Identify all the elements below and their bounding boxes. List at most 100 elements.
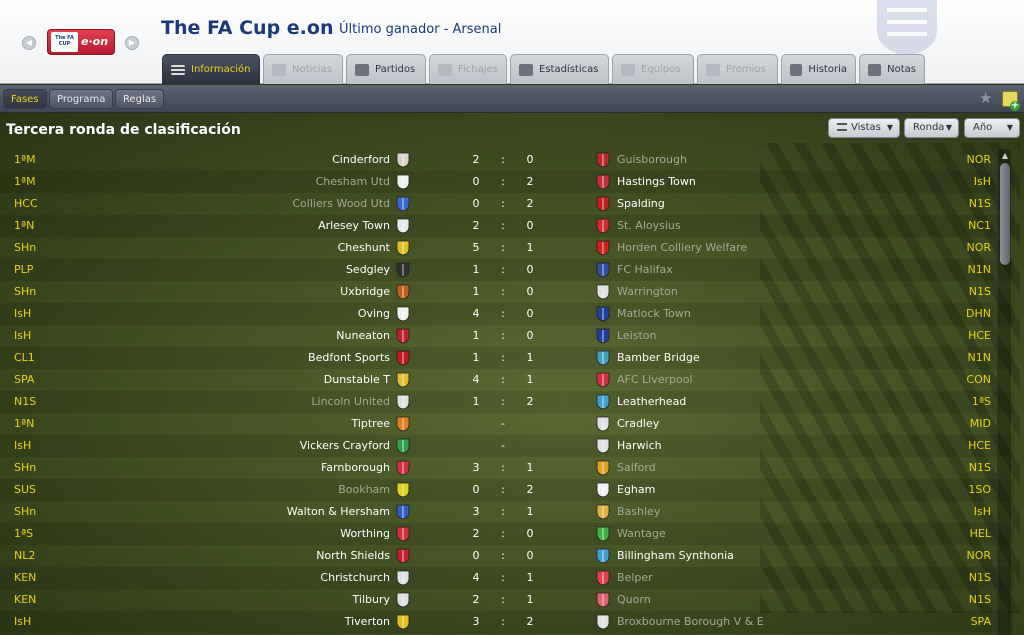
away-team-name[interactable]: FC Halifax — [617, 263, 673, 276]
fixture-row[interactable]: 1ªS Worthing 2: 0 Wantage HEL — [0, 523, 1014, 545]
ronda-dropdown[interactable]: Ronda ▼ — [904, 118, 959, 138]
tab-historia[interactable]: Historia — [781, 54, 856, 84]
fixture-row[interactable]: NL2 North Shields 0: 0 Billingham Synthonia N… — [0, 545, 1014, 567]
home-team-name[interactable]: Tiptree — [351, 417, 390, 430]
fixture-row[interactable]: 1ªN Tiptree - Cradley MID — [0, 413, 1014, 435]
away-team-name[interactable]: Egham — [617, 483, 655, 496]
subnav-programa-button[interactable]: Programa — [49, 89, 114, 109]
away-team-name[interactable]: Bashley — [617, 505, 660, 518]
fixture-row[interactable]: IsH Vickers Crayford - Harwich HCE — [0, 435, 1014, 457]
fixture-row[interactable]: IsH Nuneaton 1: 0 Leiston HCE — [0, 325, 1014, 347]
fixture-row[interactable]: SPA Dunstable T 4: 1 AFC Liverpool CON — [0, 369, 1014, 391]
away-team-name[interactable]: Billingham Synthonia — [617, 549, 734, 562]
tab-notas[interactable]: Notas — [859, 54, 925, 84]
home-team-name[interactable]: Uxbridge — [340, 285, 390, 298]
away-team-name[interactable]: Leatherhead — [617, 395, 686, 408]
forward-arrow-icon[interactable]: ▶ — [125, 36, 139, 50]
home-team-name[interactable]: Tiverton — [345, 615, 390, 628]
home-team-name[interactable]: Vickers Crayford — [300, 439, 390, 452]
tab-noticias[interactable]: Noticias — [263, 54, 343, 84]
home-team-badge-icon — [396, 614, 410, 630]
fixture-row[interactable]: KEN Tilbury 2: 1 Quorn N1S — [0, 589, 1014, 611]
tab-fichajes[interactable]: Fichajes — [429, 54, 507, 84]
tab-partidos[interactable]: Partidos — [346, 54, 426, 84]
fixture-row[interactable]: 1ªM Chesham Utd 0: 2 Hastings Town IsH — [0, 171, 1014, 193]
home-team-name[interactable]: Bedfont Sports — [308, 351, 390, 364]
away-league-code: HCE — [968, 329, 991, 342]
scroll-up-icon[interactable]: ▲ — [998, 149, 1012, 163]
away-team-name[interactable]: AFC Liverpool — [617, 373, 693, 386]
home-team-name[interactable]: North Shields — [316, 549, 390, 562]
home-team-name[interactable]: Lincoln United — [311, 395, 390, 408]
home-team-name[interactable]: Oving — [358, 307, 390, 320]
fixture-row[interactable]: N1S Lincoln United 1: 2 Leatherhead 1ªS — [0, 391, 1014, 413]
fixture-row[interactable]: IsH Oving 4: 0 Matlock Town DHN — [0, 303, 1014, 325]
away-score: 2 — [526, 395, 534, 408]
tab-informacion[interactable]: Información — [162, 54, 260, 84]
tab-label: Partidos — [375, 64, 416, 75]
away-team-name[interactable]: St. Aloysius — [617, 219, 681, 232]
away-team-name[interactable]: Guisborough — [617, 153, 687, 166]
fixture-row[interactable]: HCC Colliers Wood Utd 0: 2 Spalding N1S — [0, 193, 1014, 215]
away-team-name[interactable]: Harwich — [617, 439, 662, 452]
away-team-badge-icon — [596, 372, 610, 388]
home-team-name[interactable]: Nuneaton — [336, 329, 390, 342]
away-team-name[interactable]: Salford — [617, 461, 656, 474]
vistas-dropdown[interactable]: Vistas ▼ — [828, 118, 900, 138]
away-team-badge-icon — [596, 548, 610, 564]
home-team-name[interactable]: Tilbury — [353, 593, 390, 606]
vertical-scrollbar[interactable]: ▲ — [997, 149, 1011, 635]
tab-premios[interactable]: Premios — [697, 54, 778, 84]
home-team-name[interactable]: Walton & Hersham — [287, 505, 390, 518]
home-team-name[interactable]: Bookham — [338, 483, 390, 496]
away-team-name[interactable]: Leiston — [617, 329, 657, 342]
fixture-row[interactable]: 1ªN Arlesey Town 2: 0 St. Aloysius NC1 — [0, 215, 1014, 237]
home-team-name[interactable]: Colliers Wood Utd — [292, 197, 390, 210]
add-note-icon[interactable] — [1002, 91, 1020, 111]
away-team-badge-icon — [596, 240, 610, 256]
home-team-name[interactable]: Arlesey Town — [318, 219, 390, 232]
star-icon[interactable]: ★ — [979, 89, 995, 107]
away-team-name[interactable]: Quorn — [617, 593, 651, 606]
back-arrow-icon[interactable]: ◀ — [22, 36, 36, 50]
away-league-code: NOR — [966, 549, 991, 562]
home-team-name[interactable]: Sedgley — [346, 263, 390, 276]
fixture-row[interactable]: 1ªM Cinderford 2: 0 Guisborough NOR — [0, 149, 1014, 171]
anio-dropdown[interactable]: Año ▼ — [964, 118, 1020, 138]
away-team-name[interactable]: Warrington — [617, 285, 678, 298]
away-team-name[interactable]: Matlock Town — [617, 307, 691, 320]
home-team-name[interactable]: Farnborough — [321, 461, 390, 474]
home-team-name[interactable]: Cheshunt — [338, 241, 390, 254]
fixture-row[interactable]: SUS Bookham 0: 2 Egham 1SO — [0, 479, 1014, 501]
scroll-thumb[interactable] — [1000, 163, 1010, 265]
away-team-name[interactable]: Broxbourne Borough V & E — [617, 615, 764, 628]
fixture-row[interactable]: CL1 Bedfont Sports 1: 1 Bamber Bridge N1N — [0, 347, 1014, 369]
away-team-name[interactable]: Wantage — [617, 527, 666, 540]
tab-equipos[interactable]: Equipos — [612, 54, 694, 84]
home-team-name[interactable]: Christchurch — [320, 571, 390, 584]
home-score: 1 — [472, 351, 480, 364]
home-team-name[interactable]: Dunstable T — [324, 373, 390, 386]
away-team-name[interactable]: Horden Colliery Welfare — [617, 241, 747, 254]
home-team-name[interactable]: Chesham Utd — [316, 175, 390, 188]
away-team-name[interactable]: Cradley — [617, 417, 659, 430]
fixture-row[interactable]: SHn Cheshunt 5: 1 Horden Colliery Welfare NOR — [0, 237, 1014, 259]
away-team-name[interactable]: Hastings Town — [617, 175, 696, 188]
home-team-name[interactable]: Worthing — [340, 527, 390, 540]
away-team-name[interactable]: Belper — [617, 571, 653, 584]
home-team-name[interactable]: Cinderford — [332, 153, 390, 166]
away-league-code: 1ªS — [971, 395, 991, 408]
fixture-row[interactable]: IsH Tiverton 3: 2 Broxbourne Borough V & E SP… — [0, 611, 1014, 633]
fixture-row[interactable]: KEN Christchurch 4: 1 Belper N1S — [0, 567, 1014, 589]
subnav-fases-button[interactable]: Fases — [3, 89, 47, 109]
fixture-row[interactable]: SHn Uxbridge 1: 0 Warrington N1S — [0, 281, 1014, 303]
last-winner-label: Último ganador - Arsenal — [339, 22, 502, 37]
score-separator: : — [501, 153, 505, 166]
subnav-reglas-button[interactable]: Reglas — [115, 89, 165, 109]
fixture-row[interactable]: PLP Sedgley 1: 0 FC Halifax N1N — [0, 259, 1014, 281]
fixture-row[interactable]: SHn Farnborough 3: 1 Salford N1S — [0, 457, 1014, 479]
away-team-name[interactable]: Bamber Bridge — [617, 351, 700, 364]
tab-estadisticas[interactable]: Estadísticas — [510, 54, 609, 84]
fixture-row[interactable]: SHn Walton & Hersham 3: 1 Bashley IsH — [0, 501, 1014, 523]
away-team-name[interactable]: Spalding — [617, 197, 665, 210]
